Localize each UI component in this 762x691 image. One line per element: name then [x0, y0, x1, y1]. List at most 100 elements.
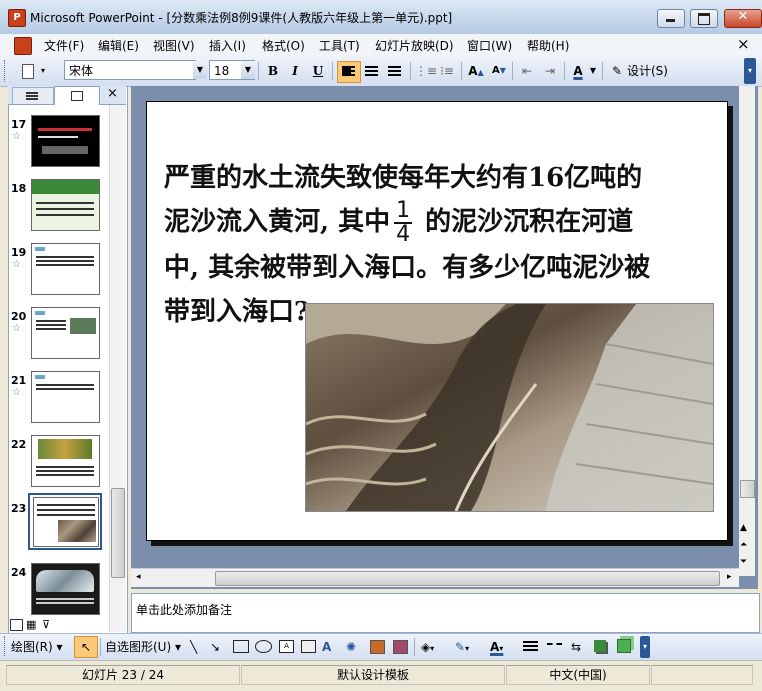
normal-view-icon[interactable] — [10, 619, 23, 631]
slideshow-view-icon[interactable]: ⊽ — [42, 619, 50, 630]
arrow-tool-icon[interactable]: ↘ — [210, 639, 220, 655]
insert-picture-icon[interactable] — [393, 640, 408, 654]
clip-art-icon[interactable] — [370, 640, 385, 654]
menu-slideshow[interactable]: 幻灯片放映(D) — [375, 37, 454, 54]
toolbar-separator — [414, 638, 415, 656]
close-window-button[interactable]: ✕ — [724, 9, 762, 28]
slide-vertical-scrollbar[interactable] — [739, 86, 755, 576]
animation-star-icon: ☆ — [12, 387, 21, 398]
toolbar-separator — [258, 62, 259, 80]
loess-plateau-photo[interactable] — [305, 303, 714, 512]
animation-star-icon: ☆ — [12, 323, 21, 334]
tab-outline[interactable] — [12, 87, 54, 104]
italic-button[interactable]: I — [286, 61, 304, 81]
slide-thumbnail-21[interactable] — [31, 371, 100, 423]
3d-style-icon[interactable] — [617, 639, 631, 653]
design-button[interactable]: 设计(S) — [627, 61, 673, 81]
bullets-icon[interactable]: ⁝≡ — [437, 61, 457, 81]
language-indicator: 中文(中国) — [506, 665, 650, 685]
design-icon: ✎ — [611, 64, 623, 78]
slides-pane-scroll-thumb[interactable] — [111, 488, 125, 578]
font-name-field[interactable]: 宋体 — [64, 60, 196, 80]
slide-text-line: 严重的水土流失致使每年大约有16亿吨的 — [164, 163, 643, 193]
autoshapes-menu-button[interactable]: 自选图形(U) ▾ — [105, 639, 185, 655]
wordart-icon[interactable]: A — [322, 639, 331, 655]
slide-thumbnail-19[interactable] — [31, 243, 100, 295]
slide-thumbnail-17[interactable] — [31, 115, 100, 167]
scroll-left-arrow-icon[interactable]: ◂ — [136, 572, 141, 582]
align-right-icon[interactable] — [385, 61, 405, 81]
underline-button[interactable]: U — [309, 61, 327, 81]
scroll-right-arrow-icon[interactable]: ▸ — [727, 572, 732, 582]
toolbar-separator — [410, 62, 411, 80]
bold-button[interactable]: B — [264, 61, 282, 81]
fill-color-icon[interactable]: ◈▾ — [421, 639, 434, 655]
arrow-style-icon[interactable]: ⇆ — [571, 639, 581, 655]
dash-style-icon[interactable] — [547, 643, 562, 647]
document-icon[interactable] — [14, 37, 32, 55]
menu-tools[interactable]: 工具(T) — [319, 37, 360, 54]
decrease-indent-icon[interactable]: ⇤ — [517, 61, 537, 81]
next-slide-icon[interactable]: ⏷ — [740, 558, 747, 567]
font-size-dropdown-icon[interactable]: ▼ — [241, 61, 255, 79]
maximize-button[interactable] — [690, 9, 718, 28]
increase-indent-icon[interactable]: ⇥ — [540, 61, 560, 81]
diagram-icon[interactable]: ✺ — [346, 639, 356, 655]
vertical-textbox-icon[interactable] — [301, 640, 316, 653]
close-document-button[interactable]: × — [737, 35, 750, 53]
new-document-icon[interactable] — [18, 61, 36, 81]
slide-number: 21 — [11, 374, 27, 387]
line-tool-icon[interactable]: ╲ — [190, 639, 197, 655]
maximize-icon — [698, 13, 710, 25]
shadow-style-icon[interactable] — [594, 640, 606, 652]
horizontal-scroll-thumb[interactable] — [215, 571, 720, 586]
textbox-tool-icon[interactable]: A — [279, 640, 294, 653]
font-color-dropdown-icon[interactable]: ▼ — [588, 61, 598, 81]
toolbar-options-chevron-icon[interactable]: ▾ — [38, 61, 48, 81]
line-style-icon[interactable] — [523, 641, 538, 643]
slide-thumbnail-24[interactable] — [31, 563, 100, 615]
decrease-font-size-icon[interactable]: A▼ — [489, 61, 509, 81]
slide-scroll-thumb[interactable] — [740, 480, 755, 498]
draw-menu-button[interactable]: 绘图(R) ▾ — [11, 639, 71, 655]
font-color-drawing-icon[interactable]: A▾ — [490, 639, 503, 655]
scroll-up-arrow-icon[interactable]: ▲ — [740, 524, 747, 533]
slide-thumbnail-22[interactable] — [31, 435, 100, 487]
minimize-button[interactable] — [657, 9, 685, 28]
slide-number: 23 — [11, 502, 27, 515]
menu-help[interactable]: 帮助(H) — [527, 37, 569, 54]
menu-file[interactable]: 文件(F) — [44, 37, 84, 54]
font-color-icon[interactable]: A — [569, 61, 587, 81]
increase-font-size-icon[interactable]: A▲ — [466, 61, 486, 81]
numbering-icon[interactable]: ⋮≡ — [415, 61, 437, 81]
previous-slide-icon[interactable]: ⏶ — [740, 541, 747, 550]
slide-thumbnail-20[interactable] — [31, 307, 100, 359]
font-name-dropdown-icon[interactable]: ▼ — [193, 61, 207, 79]
toolbar-grip[interactable] — [4, 636, 9, 656]
animation-star-icon: ☆ — [12, 131, 21, 142]
menu-edit[interactable]: 编辑(E) — [98, 37, 139, 54]
slide-thumbnail-18[interactable] — [31, 179, 100, 231]
toolbar-overflow-chevron-icon[interactable]: ▾ — [744, 58, 756, 84]
notes-placeholder[interactable]: 单击此处添加备注 — [136, 601, 232, 618]
toolbar-grip[interactable] — [4, 60, 9, 82]
toolbar-separator — [512, 62, 513, 80]
slide-sorter-view-icon[interactable]: ▦ — [26, 619, 36, 630]
menu-view[interactable]: 视图(V) — [153, 37, 195, 54]
drawing-toolbar-overflow-icon[interactable]: ▾ — [640, 636, 650, 658]
oval-tool-icon[interactable] — [255, 640, 272, 653]
close-pane-button[interactable]: × — [107, 86, 118, 101]
slide-tab-icon — [71, 91, 83, 101]
slide-thumbnail-23[interactable] — [33, 497, 99, 547]
menu-window[interactable]: 窗口(W) — [467, 37, 512, 54]
align-center-icon[interactable] — [362, 61, 382, 81]
rectangle-tool-icon[interactable] — [233, 640, 249, 653]
select-objects-cursor-icon[interactable]: ↖ — [74, 636, 98, 658]
line-color-icon[interactable]: ✎▾ — [455, 639, 469, 655]
menu-format[interactable]: 格式(O) — [262, 37, 305, 54]
align-left-icon[interactable] — [337, 61, 361, 83]
powerpoint-app-icon[interactable]: P — [8, 9, 26, 27]
menu-insert[interactable]: 插入(I) — [209, 37, 246, 54]
tab-slides[interactable] — [54, 86, 100, 105]
animation-star-icon: ☆ — [12, 259, 21, 270]
